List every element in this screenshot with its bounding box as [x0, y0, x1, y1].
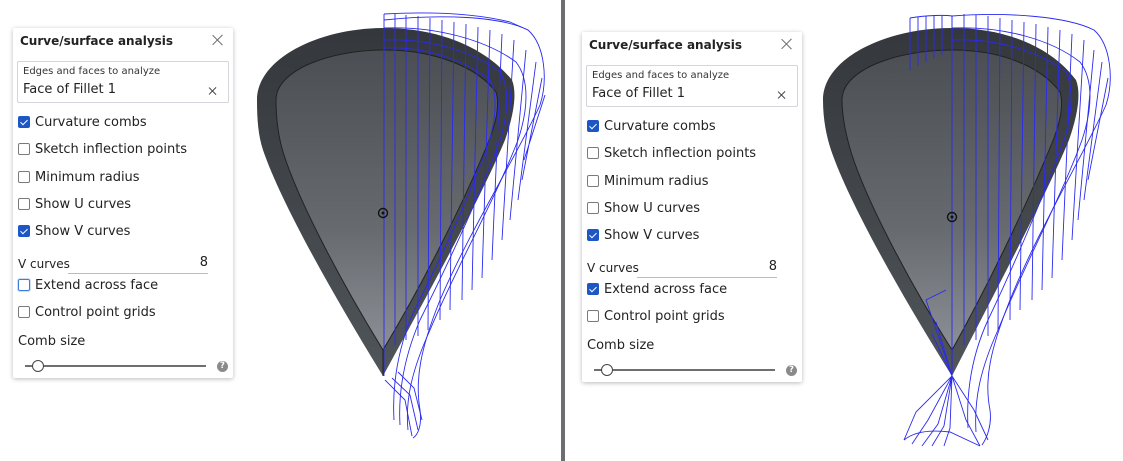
control-point-grids-checkbox[interactable] — [18, 306, 30, 318]
v-curves-row: V curves 8 — [587, 258, 777, 278]
selection-field-value: Face of Fillet 1 — [592, 86, 686, 101]
v-curves-label: V curves — [587, 261, 639, 275]
dialog-title: Curve/surface analysis — [589, 38, 743, 52]
v-curves-label: V curves — [18, 257, 70, 271]
option-show-v-curves[interactable]: Show V curves — [18, 222, 130, 240]
selection-field[interactable]: Edges and faces to analyze Face of Fille… — [17, 61, 229, 103]
option-sketch-inflection-points[interactable]: Sketch inflection points — [587, 144, 756, 162]
option-show-u-curves[interactable]: Show U curves — [18, 195, 131, 213]
option-curvature-combs[interactable]: Curvature combs — [587, 117, 716, 135]
comb-size-slider-track[interactable] — [594, 369, 775, 371]
option-sketch-inflection-points[interactable]: Sketch inflection points — [18, 140, 187, 158]
comparison-divider — [561, 0, 565, 461]
selection-field[interactable]: Edges and faces to analyze Face of Fille… — [586, 65, 798, 107]
option-extend-across-face[interactable]: Extend across face — [18, 276, 158, 294]
close-icon[interactable] — [209, 31, 227, 49]
v-curves-input[interactable]: 8 — [637, 258, 777, 278]
control-point-grids-label: Control point grids — [604, 308, 725, 324]
analysis-view-before: Curve/surface analysis Edges and faces t… — [0, 0, 561, 461]
sketch-inflection-checkbox[interactable] — [587, 147, 599, 159]
comb-size-slider-thumb[interactable] — [601, 364, 613, 376]
show-u-curves-label: Show U curves — [35, 196, 132, 212]
curvature-combs-label: Curvature combs — [604, 118, 716, 134]
analysis-view-after: Curve/surface analysis Edges and faces t… — [566, 0, 1123, 461]
pick-part[interactable] — [257, 28, 515, 376]
help-icon[interactable]: ? — [786, 365, 797, 376]
option-extend-across-face[interactable]: Extend across face — [587, 280, 727, 298]
dialog-title: Curve/surface analysis — [20, 34, 174, 48]
curvature-combs-checkbox[interactable] — [587, 120, 599, 132]
option-minimum-radius[interactable]: Minimum radius — [587, 172, 709, 190]
selection-field-value: Face of Fillet 1 — [23, 82, 117, 97]
show-u-curves-label: Show U curves — [604, 200, 701, 216]
comb-size-label: Comb size — [18, 334, 86, 349]
minimum-radius-label: Minimum radius — [35, 169, 140, 185]
show-u-curves-checkbox[interactable] — [18, 198, 30, 210]
option-show-v-curves[interactable]: Show V curves — [587, 226, 699, 244]
dialog-header: Curve/surface analysis — [13, 28, 233, 54]
curve-surface-analysis-dialog: Curve/surface analysis Edges and faces t… — [13, 28, 233, 378]
show-u-curves-checkbox[interactable] — [587, 202, 599, 214]
show-v-curves-label: Show V curves — [35, 223, 131, 239]
clear-selection-icon[interactable] — [208, 86, 218, 96]
option-minimum-radius[interactable]: Minimum radius — [18, 168, 140, 186]
curvature-combs-checkbox[interactable] — [18, 116, 30, 128]
curve-surface-analysis-dialog: Curve/surface analysis Edges and faces t… — [582, 32, 802, 382]
close-icon[interactable] — [778, 35, 796, 53]
v-curves-input[interactable]: 8 — [68, 254, 208, 274]
control-point-grids-label: Control point grids — [35, 304, 156, 320]
curvature-combs-label: Curvature combs — [35, 114, 147, 130]
show-v-curves-checkbox[interactable] — [18, 225, 30, 237]
clear-selection-icon[interactable] — [777, 90, 787, 100]
extend-across-face-label: Extend across face — [35, 277, 159, 293]
help-icon[interactable]: ? — [217, 361, 228, 372]
v-curves-row: V curves 8 — [18, 254, 208, 274]
control-point-grids-checkbox[interactable] — [587, 310, 599, 322]
minimum-radius-label: Minimum radius — [604, 173, 709, 189]
extend-across-face-checkbox[interactable] — [587, 283, 599, 295]
sketch-inflection-label: Sketch inflection points — [604, 145, 757, 161]
comb-size-label: Comb size — [587, 338, 655, 353]
option-show-u-curves[interactable]: Show U curves — [587, 199, 700, 217]
comb-size-slider-thumb[interactable] — [32, 360, 44, 372]
selection-field-label: Edges and faces to analyze — [592, 70, 730, 81]
sketch-inflection-checkbox[interactable] — [18, 143, 30, 155]
option-curvature-combs[interactable]: Curvature combs — [18, 113, 147, 131]
minimum-radius-checkbox[interactable] — [587, 175, 599, 187]
option-control-point-grids[interactable]: Control point grids — [587, 307, 725, 325]
sketch-inflection-label: Sketch inflection points — [35, 141, 188, 157]
dialog-header: Curve/surface analysis — [582, 32, 802, 58]
show-v-curves-label: Show V curves — [604, 227, 700, 243]
option-control-point-grids[interactable]: Control point grids — [18, 303, 156, 321]
extend-across-face-checkbox[interactable] — [18, 279, 30, 291]
selection-field-label: Edges and faces to analyze — [23, 66, 161, 77]
extend-across-face-label: Extend across face — [604, 281, 728, 297]
comb-size-slider-track[interactable] — [25, 365, 206, 367]
show-v-curves-checkbox[interactable] — [587, 229, 599, 241]
minimum-radius-checkbox[interactable] — [18, 171, 30, 183]
